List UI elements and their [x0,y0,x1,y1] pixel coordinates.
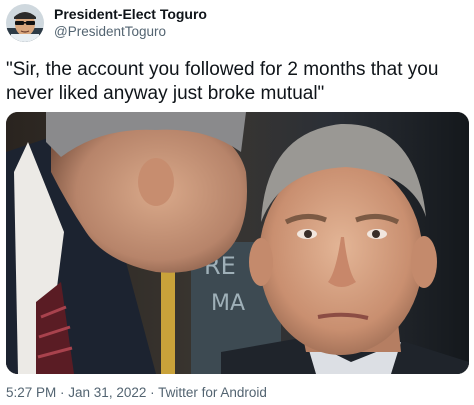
tweet-card: President-Elect Toguro @PresidentToguro … [0,0,474,405]
tweet-header: President-Elect Toguro @PresidentToguro [6,4,207,42]
avatar-cartoon-icon [6,4,44,42]
avatar[interactable] [6,4,44,42]
meta-separator-2: · [146,385,159,400]
tweet-meta: 5:27 PM · Jan 31, 2022 · Twitter for And… [6,385,267,401]
author-display-name[interactable]: President-Elect Toguro [54,5,207,23]
tweet-source[interactable]: Twitter for Android [158,385,267,400]
tweet-date[interactable]: Jan 31, 2022 [68,385,146,400]
meta-separator-1: · [56,385,69,400]
tweet-media-photo[interactable]: RE MA [6,112,469,374]
author-handle[interactable]: @PresidentToguro [54,23,207,41]
pencil-shape [161,262,175,374]
tweet-time[interactable]: 5:27 PM [6,385,56,400]
author-names: President-Elect Toguro @PresidentToguro [54,5,207,41]
tweet-text: "Sir, the account you followed for 2 mon… [6,59,439,104]
board-letters-bottom: MA [211,291,245,316]
photo-image: RE MA [6,112,469,374]
